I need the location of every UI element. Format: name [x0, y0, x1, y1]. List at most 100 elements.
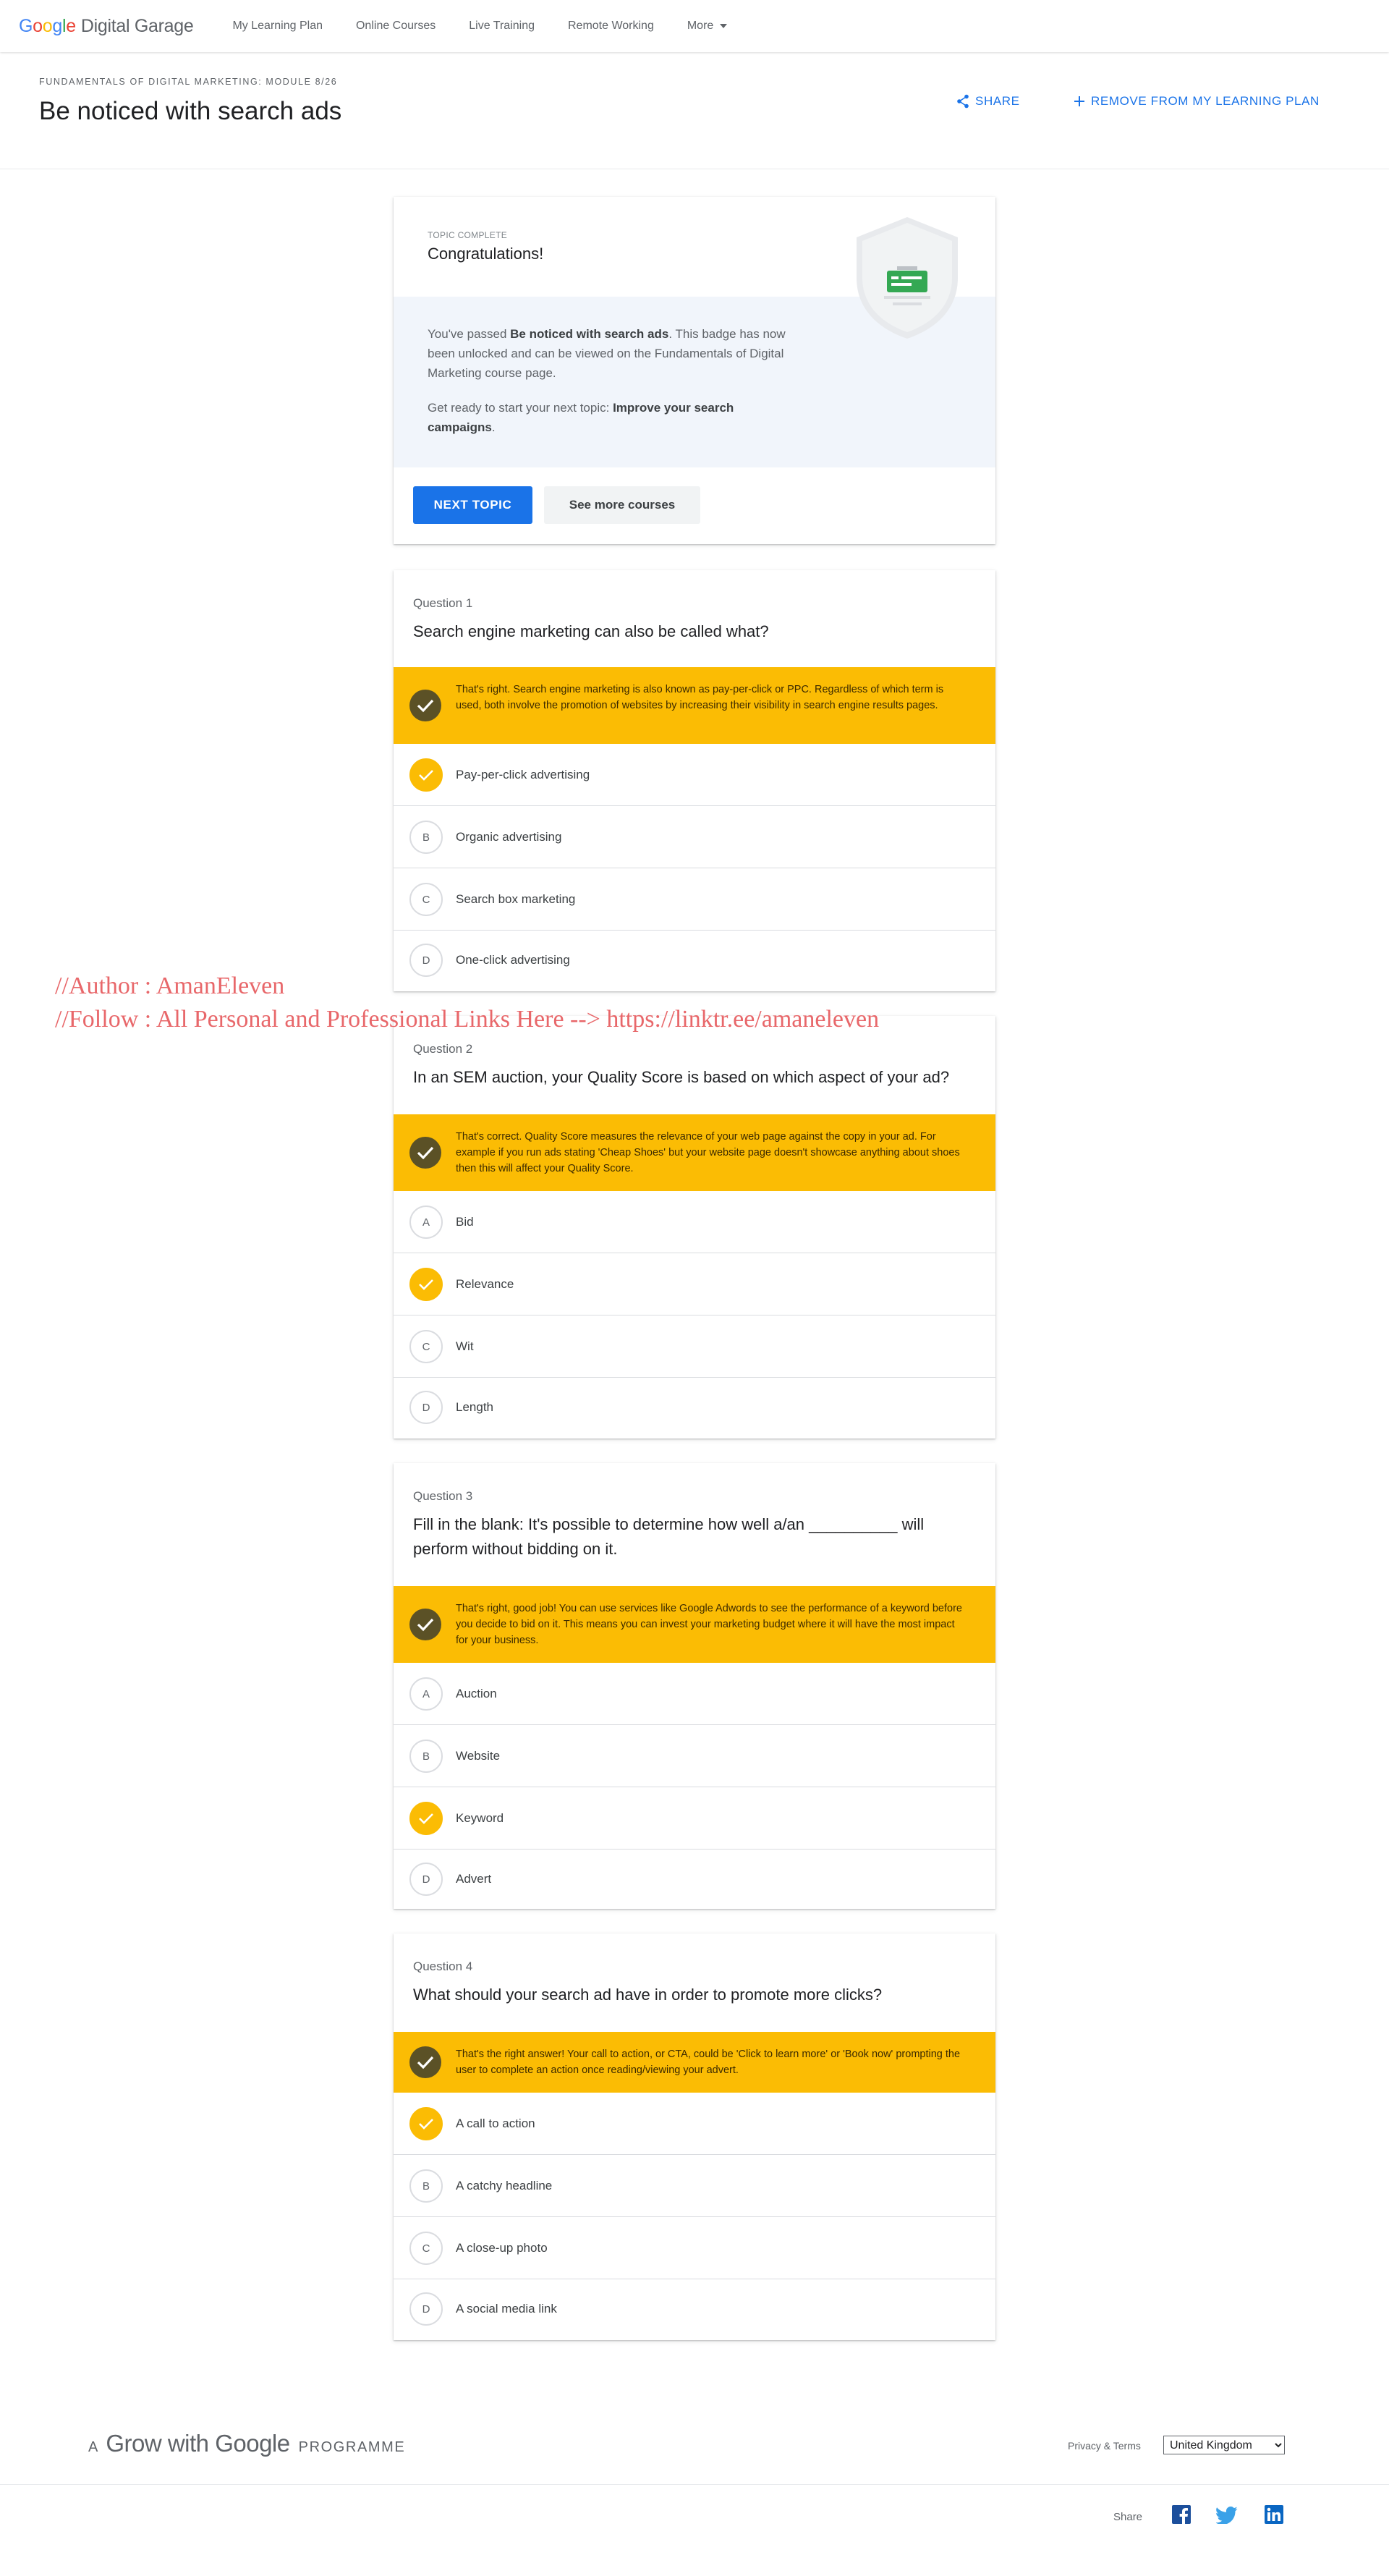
answer-option-d[interactable]: D Length — [394, 1376, 995, 1439]
feedback-text: That's the right answer! Your call to ac… — [456, 2048, 961, 2076]
answer-option-c[interactable]: C A close-up photo — [394, 2217, 995, 2279]
question-number: Question 2 — [413, 1042, 473, 1056]
option-label: Length — [456, 1400, 493, 1414]
feedback-text: That's correct. Quality Score measures t… — [456, 1131, 960, 1174]
remove-label: REMOVE FROM MY LEARNING PLAN — [1091, 94, 1320, 108]
topic-complete-label: TOPIC COMPLETE — [428, 230, 507, 240]
question-text: In an SEM auction, your Quality Score is… — [413, 1068, 950, 1086]
answer-option-a[interactable]: A call to action — [394, 2093, 995, 2155]
answer-option-d[interactable]: D One-click advertising — [394, 929, 995, 991]
correct-check-icon — [409, 1268, 443, 1301]
linkedin-icon[interactable] — [1265, 2505, 1283, 2528]
answer-option-b[interactable]: B Organic advertising — [394, 806, 995, 868]
share-button[interactable]: SHARE — [956, 94, 1020, 109]
correct-check-icon — [409, 758, 443, 792]
correct-check-icon — [409, 1802, 443, 1835]
follow-watermark: //Follow : All Personal and Professional… — [55, 1006, 880, 1033]
grow-with-google-logo[interactable]: A Grow with Google PROGRAMME — [88, 2430, 405, 2457]
option-letter: A — [409, 1677, 443, 1711]
option-letter: A — [409, 1206, 443, 1239]
footer-share-label: Share — [1113, 2511, 1143, 2523]
grow-prefix: A — [88, 2439, 99, 2455]
answer-option-d[interactable]: D A social media link — [394, 2278, 995, 2340]
topic-complete-card: TOPIC COMPLETE Congratulations! You've p… — [394, 197, 995, 544]
feedback-banner: That's right, good job! You can use serv… — [394, 1586, 995, 1663]
option-label: Auction — [456, 1687, 497, 1700]
nav-remote-working[interactable]: Remote Working — [568, 20, 654, 33]
chevron-down-icon — [720, 24, 728, 28]
option-letter: D — [409, 944, 443, 977]
option-label: Website — [456, 1749, 501, 1763]
option-letter: C — [409, 1330, 443, 1363]
grow-brand: Grow with Google — [106, 2430, 290, 2457]
share-icon — [957, 94, 969, 109]
answer-option-b[interactable]: B Website — [394, 1725, 995, 1787]
shield-badge-icon — [849, 211, 965, 345]
answer-option-a[interactable]: Pay-per-click advertising — [394, 744, 995, 806]
answer-option-c[interactable]: C Wit — [394, 1315, 995, 1378]
correct-check-icon — [409, 2107, 443, 2140]
p2-post: . — [491, 420, 496, 434]
see-more-courses-button[interactable]: See more courses — [544, 486, 700, 524]
page-header: FUNDAMENTALS OF DIGITAL MARKETING: MODUL… — [0, 52, 1389, 169]
privacy-terms-link[interactable]: Privacy & Terms — [1068, 2440, 1141, 2452]
option-label: Pay-per-click advertising — [456, 768, 590, 781]
nav-more-menu[interactable]: More — [687, 20, 728, 33]
option-label: Wit — [456, 1339, 474, 1353]
answer-option-a[interactable]: A Auction — [394, 1663, 995, 1725]
answer-option-b[interactable]: Relevance — [394, 1253, 995, 1315]
region-select[interactable]: United Kingdom — [1163, 2436, 1285, 2454]
footer: A Grow with Google PROGRAMME Privacy & T… — [0, 2410, 1389, 2485]
check-circle-icon — [409, 690, 441, 721]
product-name: Digital Garage — [80, 15, 194, 36]
option-label: A call to action — [456, 2117, 535, 2130]
remove-from-plan-button[interactable]: REMOVE FROM MY LEARNING PLAN — [1074, 94, 1320, 109]
option-letter: D — [409, 1391, 443, 1424]
author-watermark: //Author : AmanEleven — [55, 973, 285, 999]
congrats-title: Congratulations! — [428, 245, 544, 263]
feedback-banner: That's right. Search engine marketing is… — [394, 667, 995, 744]
question-number: Question 1 — [413, 596, 473, 610]
option-label: A social media link — [456, 2302, 557, 2316]
option-label: One-click advertising — [456, 953, 570, 967]
option-label: Keyword — [456, 1811, 504, 1825]
p2-pre: Get ready to start your next topic: — [428, 401, 613, 415]
answer-option-a[interactable]: A Bid — [394, 1191, 995, 1253]
question-text: Search engine marketing can also be call… — [413, 622, 769, 640]
answer-option-c[interactable]: C Search box marketing — [394, 868, 995, 931]
p1-pre: You've passed — [428, 327, 511, 341]
digital-garage-logo[interactable]: Google Digital Garage — [19, 15, 194, 37]
option-label: Organic advertising — [456, 830, 562, 844]
nav-live-training[interactable]: Live Training — [469, 20, 535, 33]
answer-option-c[interactable]: Keyword — [394, 1787, 995, 1850]
p1-bold: Be noticed with search ads — [510, 327, 669, 341]
answer-option-d[interactable]: D Advert — [394, 1848, 995, 1910]
nav-online-courses[interactable]: Online Courses — [356, 20, 436, 33]
question-text: What should your search ad have in order… — [413, 1986, 883, 2004]
answer-option-b[interactable]: B A catchy headline — [394, 2155, 995, 2217]
twitter-icon[interactable] — [1215, 2507, 1238, 2528]
next-topic-button[interactable]: NEXT TOPIC — [413, 486, 532, 524]
check-circle-icon — [409, 2046, 441, 2078]
question-card-4: Question 4 What should your search ad ha… — [394, 1933, 995, 2340]
question-card-2: Question 2 In an SEM auction, your Quali… — [394, 1016, 995, 1439]
option-label: Advert — [456, 1872, 492, 1886]
nav-my-learning-plan[interactable]: My Learning Plan — [232, 20, 323, 33]
question-card-3: Question 3 Fill in the blank: It's possi… — [394, 1463, 995, 1909]
option-letter: B — [409, 821, 443, 854]
module-label: FUNDAMENTALS OF DIGITAL MARKETING: MODUL… — [39, 77, 338, 87]
congrats-paragraph-2: Get ready to start your next topic: Impr… — [428, 398, 804, 437]
share-label: SHARE — [975, 94, 1020, 108]
question-text: Fill in the blank: It's possible to dete… — [413, 1515, 925, 1558]
top-nav: Google Digital Garage My Learning Plan O… — [0, 0, 1389, 52]
check-circle-icon — [409, 1609, 441, 1640]
check-circle-icon — [409, 1137, 441, 1169]
feedback-banner: That's correct. Quality Score measures t… — [394, 1114, 995, 1191]
facebook-icon[interactable] — [1172, 2505, 1191, 2528]
option-label: Search box marketing — [456, 892, 576, 906]
question-number: Question 4 — [413, 1959, 473, 1973]
plus-icon — [1074, 96, 1084, 106]
page-title: Be noticed with search ads — [39, 97, 342, 125]
feedback-text: That's right. Search engine marketing is… — [456, 684, 944, 711]
option-label: A close-up photo — [456, 2241, 548, 2255]
